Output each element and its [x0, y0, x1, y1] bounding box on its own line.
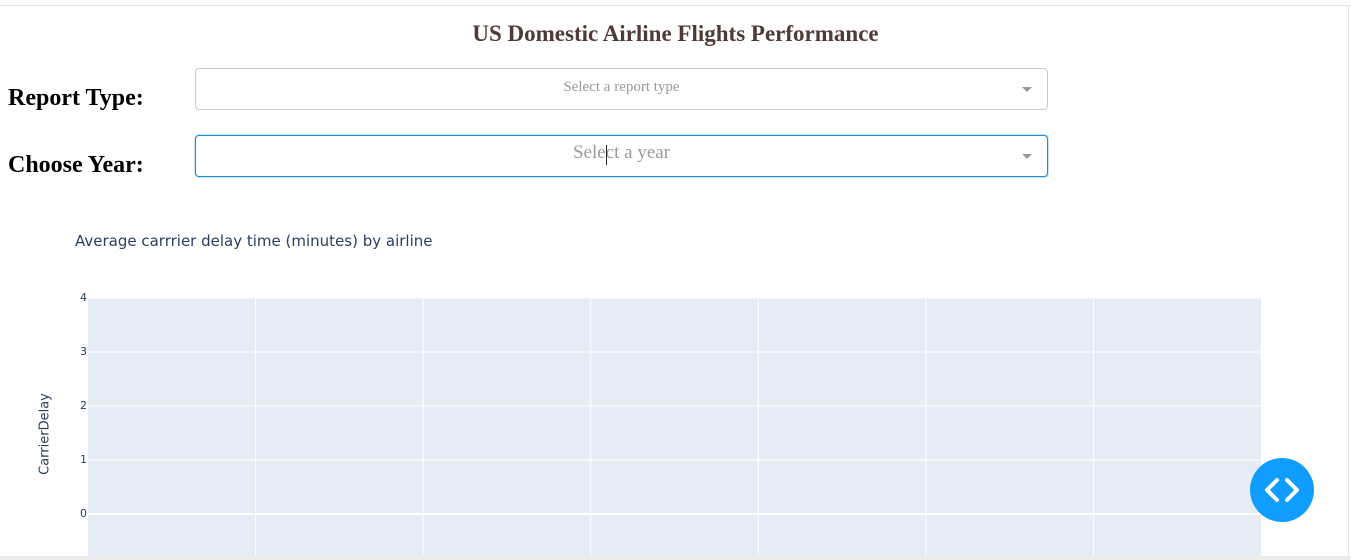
page-border-bottom — [0, 556, 1351, 560]
y-tick-label: 0 — [80, 507, 87, 520]
x-gridlines — [255, 298, 1094, 560]
y-gridlines — [88, 297, 1261, 515]
y-tick-label: 4 — [80, 291, 87, 304]
dev-tools-button[interactable] — [1250, 458, 1314, 522]
y-axis-label: CarrierDelay — [37, 393, 53, 475]
y-tick-label: 2 — [80, 399, 87, 412]
chart-gridlines — [88, 297, 1261, 560]
code-icon — [1265, 478, 1299, 502]
y-tick-label: 3 — [80, 345, 87, 358]
y-tick-label: 1 — [80, 453, 87, 466]
